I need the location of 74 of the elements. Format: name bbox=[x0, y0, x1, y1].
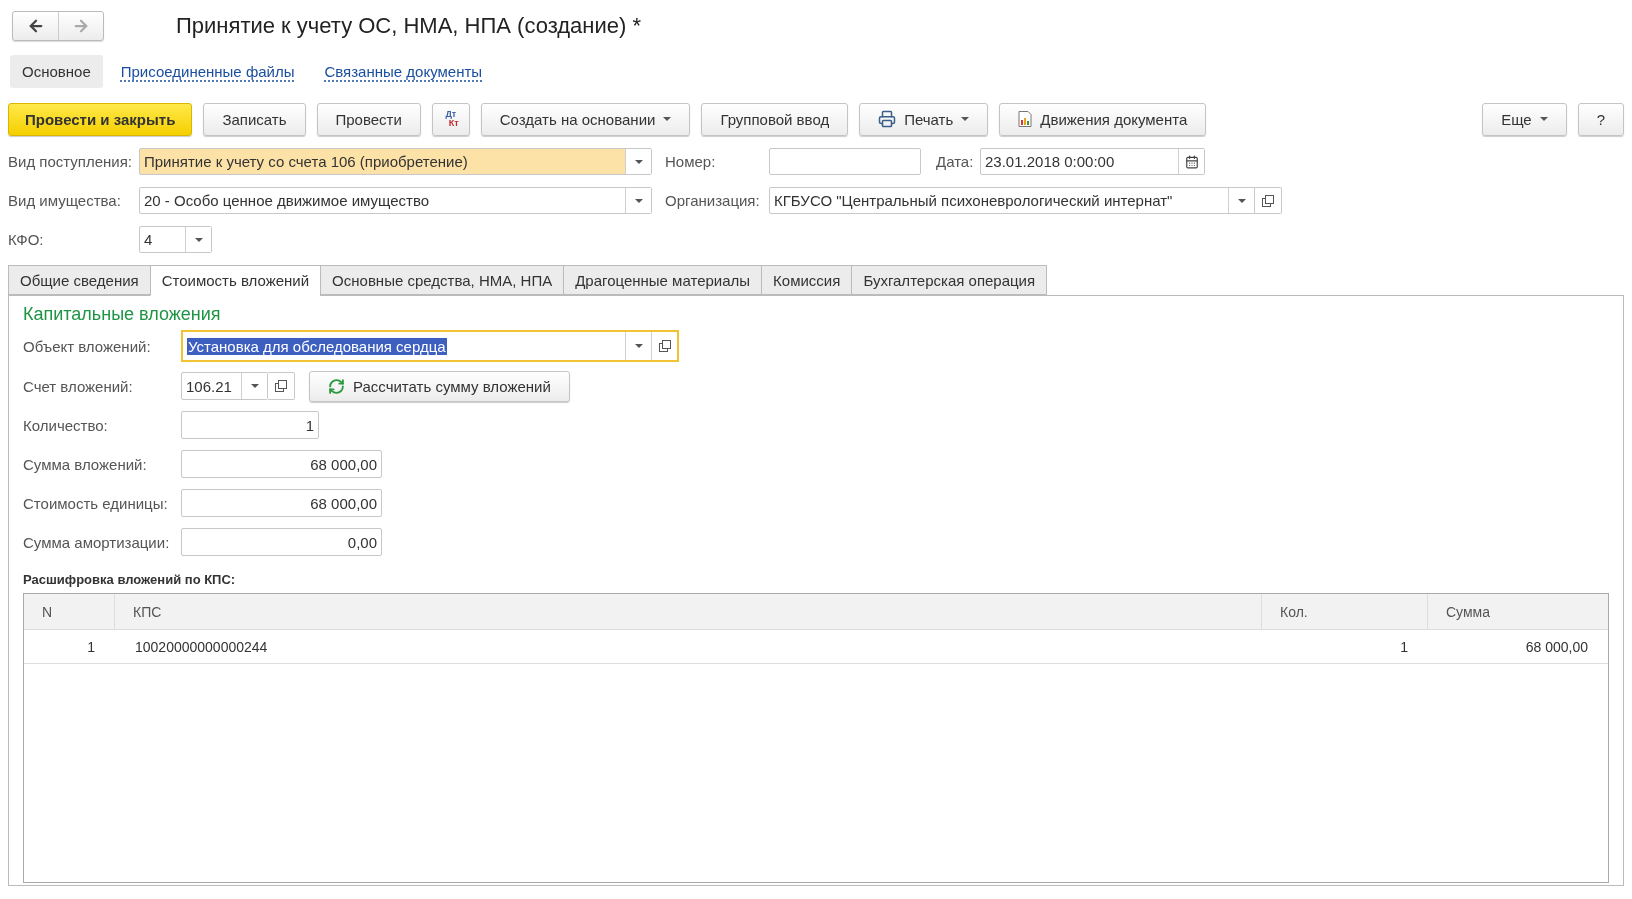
tab[interactable]: Стоимость вложений bbox=[149, 265, 321, 296]
column-header[interactable]: КПС bbox=[115, 594, 1262, 629]
select-field[interactable]: 4 bbox=[139, 226, 212, 253]
caret-icon bbox=[1539, 117, 1548, 121]
table-title: Расшифровка вложений по КПС: bbox=[23, 572, 237, 587]
open-button[interactable] bbox=[268, 372, 295, 400]
open-icon bbox=[275, 380, 287, 392]
section-link[interactable]: Основное bbox=[10, 54, 103, 88]
tab[interactable]: Общие сведения bbox=[8, 265, 150, 295]
field-label: КФО: bbox=[8, 231, 45, 248]
section-link[interactable]: Связанные документы bbox=[312, 54, 495, 88]
toolbar-button[interactable]: Записать bbox=[203, 102, 306, 136]
section-link[interactable]: Присоединенные файлы bbox=[108, 54, 307, 88]
post-and-close-button[interactable]: Провести и закрыть bbox=[8, 102, 193, 136]
caret-icon bbox=[634, 198, 643, 203]
print-button[interactable]: Печать bbox=[859, 102, 989, 136]
select-field[interactable]: КГБУСО "Центральный психоневрологический интернат" bbox=[769, 187, 1255, 214]
tab[interactable]: Бухгалтерская операция bbox=[851, 265, 1048, 295]
caret-icon bbox=[663, 117, 672, 121]
select-field[interactable]: 106.21 bbox=[181, 372, 268, 400]
field-label: Сумма амортизации: bbox=[23, 533, 171, 551]
tab[interactable]: Основные средства, НМА, НПА bbox=[320, 265, 564, 295]
caret-icon bbox=[1237, 198, 1246, 203]
input-field[interactable] bbox=[769, 148, 921, 175]
column-header[interactable]: Кол. bbox=[1262, 594, 1428, 629]
number-field[interactable]: 68 000,00 bbox=[181, 489, 382, 517]
toolbar-button[interactable]: Провести bbox=[316, 102, 421, 136]
open-icon bbox=[1262, 194, 1274, 207]
forward-arrow-icon bbox=[72, 17, 90, 35]
field-label: Вид поступления: bbox=[8, 153, 133, 170]
field-label: Количество: bbox=[23, 416, 109, 434]
table-cell-text: 1 bbox=[1399, 637, 1409, 657]
field-label: Организация: bbox=[665, 192, 761, 209]
open-button[interactable] bbox=[1255, 187, 1282, 214]
caret-icon bbox=[194, 237, 203, 242]
caret-icon bbox=[961, 117, 970, 121]
field-label: Вид имущества: bbox=[8, 192, 122, 209]
table-cell-text: 68 000,00 bbox=[1524, 637, 1589, 657]
report-icon bbox=[1018, 111, 1033, 127]
column-header[interactable]: Сумма bbox=[1428, 594, 1608, 629]
number-field[interactable]: 1 bbox=[181, 411, 319, 439]
menu-button[interactable]: Создать на основании bbox=[480, 102, 691, 136]
calendar-icon bbox=[1184, 154, 1199, 169]
table-cell-text: 10020000000000244 bbox=[134, 637, 269, 657]
toolbar-button[interactable]: ? bbox=[1577, 102, 1624, 136]
calculate-button[interactable]: Рассчитать сумму вложений bbox=[309, 370, 570, 402]
window-title: Принятие к учету ОС, НМА, НПА (создание) * bbox=[176, 13, 641, 39]
tab[interactable]: Комиссия bbox=[761, 265, 852, 295]
select-field[interactable]: 20 - Особо ценное движимое имущество bbox=[139, 187, 652, 214]
number-field[interactable]: 68 000,00 bbox=[181, 450, 382, 478]
dt-kt-button[interactable]: Дт Кт bbox=[431, 102, 470, 136]
date-field[interactable]: 23.01.2018 0:00:00 bbox=[980, 148, 1205, 175]
refresh-icon bbox=[328, 377, 345, 395]
field-label: Дата: bbox=[936, 153, 975, 170]
tab[interactable]: Драгоценные материалы bbox=[563, 265, 762, 295]
printer-icon bbox=[878, 110, 897, 128]
select-field[interactable]: Принятие к учету со счета 106 (приобретение) bbox=[139, 148, 652, 175]
field-label: Сумма вложений: bbox=[23, 455, 148, 473]
select-field[interactable]: Установка для обследования сердца bbox=[181, 330, 679, 362]
caret-icon bbox=[250, 384, 259, 388]
field-label: Объект вложений: bbox=[23, 337, 152, 355]
column-header[interactable]: N bbox=[24, 594, 115, 629]
field-label: Стоимость единицы: bbox=[23, 494, 169, 512]
table-cell-text: 1 bbox=[86, 637, 96, 657]
number-field[interactable]: 0,00 bbox=[181, 528, 382, 556]
caret-icon bbox=[634, 159, 643, 164]
toolbar-button[interactable]: Групповой ввод bbox=[701, 102, 849, 136]
caret-icon bbox=[634, 344, 643, 348]
menu-button[interactable]: Еще bbox=[1482, 102, 1567, 136]
group-title: Капитальные вложения bbox=[23, 304, 222, 325]
field-label: Счет вложений: bbox=[23, 377, 134, 395]
field-label: Номер: bbox=[665, 153, 717, 170]
document-movements-button[interactable]: Движения документа bbox=[999, 102, 1207, 136]
open-icon bbox=[658, 340, 671, 352]
